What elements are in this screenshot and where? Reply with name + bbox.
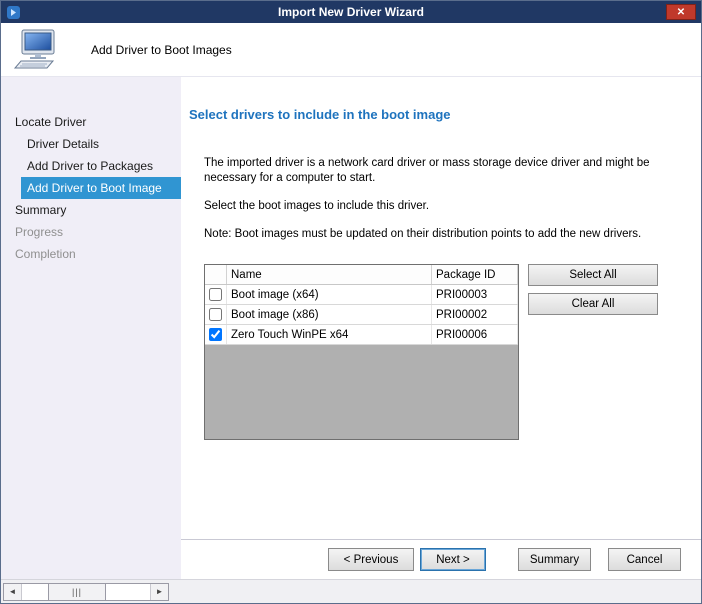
row-package-id: PRI00003 xyxy=(432,285,518,304)
page-description: The imported driver is a network card dr… xyxy=(204,156,686,242)
row-package-id: PRI00002 xyxy=(432,305,518,324)
wizard-page: Select drivers to include in the boot im… xyxy=(181,77,701,579)
summary-button[interactable]: Summary xyxy=(518,548,591,571)
checkbox-column-header[interactable] xyxy=(205,265,227,284)
sidebar-item-progress: Progress xyxy=(1,221,181,243)
name-column-header[interactable]: Name xyxy=(227,265,432,284)
table-row[interactable]: Zero Touch WinPE x64 PRI00006 xyxy=(205,325,518,345)
header-title: Add Driver to Boot Images xyxy=(91,43,232,57)
row-checkbox[interactable] xyxy=(209,288,222,301)
row-name: Zero Touch WinPE x64 xyxy=(227,325,432,344)
table-empty-area xyxy=(205,345,518,439)
checkbox-cell xyxy=(205,325,227,344)
boot-images-table: Name Package ID Boot image (x64) PRI0000… xyxy=(204,264,519,440)
window-title: Import New Driver Wizard xyxy=(1,5,701,19)
row-checkbox[interactable] xyxy=(209,308,222,321)
next-button[interactable]: Next > xyxy=(420,548,486,571)
selection-buttons: Select All Clear All xyxy=(528,264,658,315)
row-package-id: PRI00006 xyxy=(432,325,518,344)
page-content: Select drivers to include in the boot im… xyxy=(181,77,701,539)
table-row[interactable]: Boot image (x64) PRI00003 xyxy=(205,285,518,305)
checkbox-cell xyxy=(205,305,227,324)
boot-image-selection-zone: Name Package ID Boot image (x64) PRI0000… xyxy=(204,264,685,440)
clear-all-button[interactable]: Clear All xyxy=(528,293,658,315)
wizard-body: Locate Driver Driver Details Add Driver … xyxy=(1,77,701,579)
close-icon[interactable]: ✕ xyxy=(666,4,696,20)
package-id-column-header[interactable]: Package ID xyxy=(432,265,518,284)
page-title: Select drivers to include in the boot im… xyxy=(189,107,685,122)
horizontal-scrollbar[interactable]: ◄ ||| ► xyxy=(3,583,169,601)
statusbar: ◄ ||| ► xyxy=(1,579,701,603)
cancel-button[interactable]: Cancel xyxy=(608,548,681,571)
scroll-right-icon[interactable]: ► xyxy=(150,584,168,600)
sidebar-item-completion: Completion xyxy=(1,243,181,265)
row-name: Boot image (x64) xyxy=(227,285,432,304)
wizard-steps-sidebar: Locate Driver Driver Details Add Driver … xyxy=(1,77,181,579)
import-new-driver-wizard-window: Import New Driver Wizard ✕ Add Driver to… xyxy=(0,0,702,604)
wizard-app-icon xyxy=(6,5,21,20)
wizard-header: Add Driver to Boot Images xyxy=(1,23,701,77)
row-checkbox[interactable] xyxy=(209,328,222,341)
computer-icon xyxy=(13,29,59,71)
note-paragraph: Note: Boot images must be updated on the… xyxy=(204,227,686,242)
scrollbar-track[interactable]: ||| xyxy=(22,584,150,600)
scrollbar-thumb[interactable]: ||| xyxy=(48,584,106,600)
sidebar-item-summary[interactable]: Summary xyxy=(1,199,181,221)
select-all-button[interactable]: Select All xyxy=(528,264,658,286)
sidebar-item-locate-driver[interactable]: Locate Driver xyxy=(1,111,181,133)
checkbox-cell xyxy=(205,285,227,304)
sidebar-item-add-driver-to-packages[interactable]: Add Driver to Packages xyxy=(1,155,181,177)
sidebar-item-driver-details[interactable]: Driver Details xyxy=(1,133,181,155)
table-header-row: Name Package ID xyxy=(205,265,518,285)
instruction-paragraph: Select the boot images to include this d… xyxy=(204,199,686,214)
table-row[interactable]: Boot image (x86) PRI00002 xyxy=(205,305,518,325)
scroll-left-icon[interactable]: ◄ xyxy=(4,584,22,600)
previous-button[interactable]: < Previous xyxy=(328,548,414,571)
description-paragraph: The imported driver is a network card dr… xyxy=(204,156,686,186)
titlebar: Import New Driver Wizard ✕ xyxy=(1,1,701,23)
row-name: Boot image (x86) xyxy=(227,305,432,324)
sidebar-item-add-driver-to-boot-image[interactable]: Add Driver to Boot Image xyxy=(21,177,181,199)
wizard-navigation-bar: < Previous Next > Summary Cancel xyxy=(181,539,701,579)
